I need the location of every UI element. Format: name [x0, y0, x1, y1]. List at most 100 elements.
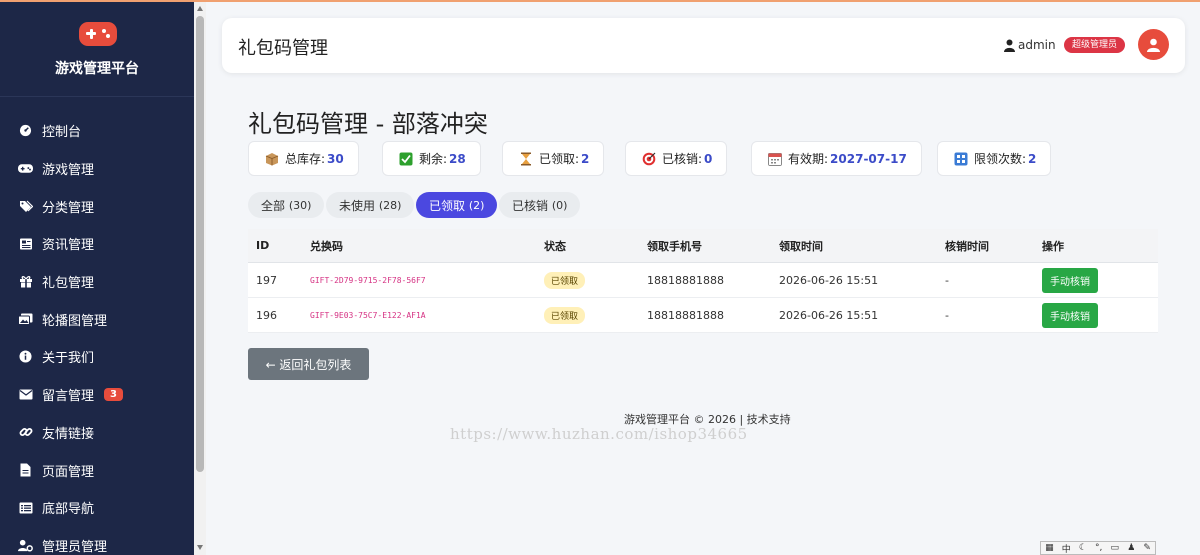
filter-redeemed[interactable]: 已核销 (0) [499, 192, 581, 218]
person-icon: ♟ [1127, 543, 1136, 553]
ime-toolbar[interactable]: ▦ 中 ☾ °, ▭ ♟ ✎ [1040, 541, 1156, 555]
scroll-up-arrow-icon[interactable] [197, 6, 203, 11]
filter-label: 已领取 [429, 198, 466, 213]
sidebar-item-links[interactable]: 友情链接 [0, 414, 194, 452]
sidebar-item-categories[interactable]: 分类管理 [0, 187, 194, 225]
col-code: 兑换码 [310, 239, 343, 253]
filter-all[interactable]: 全部 (30) [248, 192, 325, 218]
user-gear-icon [18, 538, 33, 553]
user-icon [1004, 39, 1015, 52]
sidebar-item-messages[interactable]: 留言管理 3 [0, 376, 194, 414]
sidebar-item-footer-nav[interactable]: 底部导航 [0, 489, 194, 527]
calendar-icon [768, 152, 782, 166]
gamepad-logo-icon [79, 22, 117, 46]
stat-remaining: 剩余: 28 [382, 141, 481, 176]
sidebar-item-label: 分类管理 [42, 200, 95, 216]
punctuation-icon: °, [1095, 543, 1103, 553]
row-phone: 18818881888 [647, 308, 724, 322]
keyboard-icon: ▭ [1110, 543, 1120, 553]
list-icon [18, 500, 33, 515]
sidebar-item-label: 控制台 [42, 125, 82, 141]
sidebar-item-about[interactable]: 关于我们 [0, 338, 194, 376]
col-claim-time: 领取时间 [779, 239, 823, 253]
sidebar: 游戏管理平台 控制台 游戏管理 分类管理 资讯管理 礼包管理 轮播图管理 关于我… [0, 2, 194, 555]
filter-label: 已核销 [512, 198, 549, 213]
sidebar-item-label: 礼包管理 [42, 276, 95, 292]
gamepad-icon [18, 161, 33, 176]
sidebar-menu: 控制台 游戏管理 分类管理 资讯管理 礼包管理 轮播图管理 关于我们 留言管理 [0, 112, 194, 555]
filter-claimed[interactable]: 已领取 (2) [416, 192, 498, 218]
scroll-thumb[interactable] [196, 16, 204, 472]
sidebar-item-label: 资讯管理 [42, 238, 95, 254]
header-title: 礼包码管理 [238, 38, 328, 59]
sidebar-item-label: 游戏管理 [42, 163, 95, 179]
stat-value: 2027-07-17 [830, 151, 907, 166]
scroll-down-arrow-icon[interactable] [197, 545, 203, 550]
scrollbar[interactable] [194, 2, 206, 555]
filter-count: (0) [551, 198, 568, 212]
info-icon [18, 349, 33, 364]
table-row: 196 GIFT-9E03-75C7-E122-AF1A 已领取 1881888… [248, 298, 1158, 333]
manual-redeem-button[interactable]: 手动核销 [1042, 302, 1098, 328]
brand: 游戏管理平台 [0, 2, 194, 97]
stat-value: 0 [704, 151, 713, 166]
sidebar-item-label: 关于我们 [42, 351, 95, 367]
col-redeem-time: 核销时间 [945, 239, 989, 253]
stat-value: 2 [1028, 151, 1037, 166]
stat-value: 28 [449, 151, 466, 166]
sidebar-item-games[interactable]: 游戏管理 [0, 150, 194, 188]
filter-count: (2) [468, 198, 485, 212]
sidebar-item-news[interactable]: 资讯管理 [0, 225, 194, 263]
newspaper-icon [18, 236, 33, 251]
sidebar-item-label: 管理员管理 [42, 539, 108, 555]
stat-label: 已领取: [539, 152, 580, 166]
avatar[interactable] [1138, 29, 1169, 60]
sidebar-item-label: 页面管理 [42, 464, 95, 480]
stat-label: 已核销: [662, 152, 703, 166]
stat-claimed: 已领取: 2 [502, 141, 605, 176]
moon-icon: ☾ [1078, 543, 1087, 553]
stat-label: 总库存: [285, 152, 326, 166]
hourglass-icon [521, 152, 531, 165]
col-actions: 操作 [1042, 239, 1064, 253]
page-title: 礼包码管理 - 部落冲突 [248, 110, 488, 138]
row-id: 197 [256, 273, 277, 287]
username[interactable]: admin [1018, 38, 1056, 52]
watermark: https://www.huzhan.com/ishop34665 [450, 425, 748, 443]
row-redeem-time: - [945, 308, 949, 322]
check-box-icon [399, 152, 413, 165]
box-icon [265, 152, 279, 165]
gift-icon [18, 274, 33, 289]
table-header: ID 兑换码 状态 领取手机号 领取时间 核销时间 操作 [248, 229, 1158, 263]
sidebar-item-pages[interactable]: 页面管理 [0, 451, 194, 489]
top-header: 礼包码管理 admin 超级管理员 [222, 18, 1185, 73]
filter-count: (30) [288, 198, 312, 212]
sidebar-item-label: 友情链接 [42, 426, 95, 442]
sidebar-item-label: 留言管理 [42, 389, 95, 405]
sidebar-item-banners[interactable]: 轮播图管理 [0, 300, 194, 338]
sidebar-item-dashboard[interactable]: 控制台 [0, 112, 194, 150]
stat-redeemed: 已核销: 0 [625, 141, 728, 176]
ime-grid-icon: ▦ [1045, 543, 1054, 553]
messages-count-badge: 3 [104, 388, 123, 402]
back-to-gift-list-button[interactable]: ← 返回礼包列表 [248, 348, 369, 380]
sidebar-item-gifts[interactable]: 礼包管理 [0, 263, 194, 301]
manual-redeem-button[interactable]: 手动核销 [1042, 267, 1098, 293]
envelope-icon [18, 387, 33, 402]
row-claim-time: 2026-06-26 15:51 [779, 308, 879, 322]
stat-value: 30 [327, 151, 344, 166]
row-claim-time: 2026-06-26 15:51 [779, 273, 879, 287]
dashboard-icon [18, 123, 33, 138]
sidebar-item-admins[interactable]: 管理员管理 [0, 527, 194, 555]
sidebar-item-label: 底部导航 [42, 502, 95, 518]
target-icon [642, 152, 656, 165]
brand-title: 游戏管理平台 [55, 61, 139, 77]
col-id: ID [256, 239, 270, 252]
row-code: GIFT-9E03-75C7-E122-AF1A [310, 310, 426, 320]
file-icon [18, 463, 33, 478]
stat-expiry: 有效期: 2027-07-17 [751, 141, 922, 176]
stat-value: 2 [581, 151, 590, 166]
user-avatar-icon [1147, 38, 1160, 52]
wrench-icon: ✎ [1143, 543, 1151, 553]
filter-unused[interactable]: 未使用 (28) [326, 192, 415, 218]
